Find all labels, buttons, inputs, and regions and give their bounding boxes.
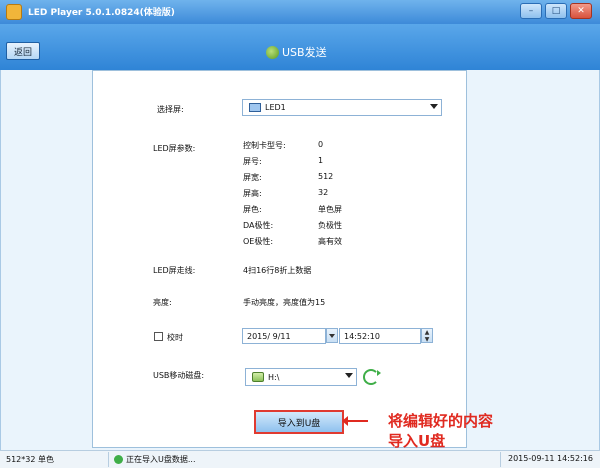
page-title: USB发送 <box>266 44 327 60</box>
annotation-arrow <box>342 416 368 426</box>
drive-icon <box>252 372 264 382</box>
status-icon <box>114 455 123 464</box>
date-dropdown-button[interactable] <box>326 328 338 343</box>
brightness-label: 亮度: <box>153 298 172 307</box>
param-name: OE极性: <box>243 237 274 246</box>
param-name: 屏号: <box>243 157 262 166</box>
usb-send-panel <box>92 70 467 448</box>
timing-label: 校时 <box>167 333 183 342</box>
param-name: 控制卡型号: <box>243 141 286 150</box>
chevron-down-icon <box>345 373 353 378</box>
status-message: 正在导入U盘数据... <box>114 454 195 465</box>
timing-checkbox[interactable] <box>154 332 163 341</box>
param-value: 512 <box>318 172 334 181</box>
screen-select-value: LED1 <box>265 103 286 112</box>
annotation-line2: 导入U盘 <box>388 432 446 450</box>
time-field[interactable]: 14:52:10 <box>339 328 421 344</box>
param-value: 高有效 <box>318 237 342 246</box>
page-title-text: USB发送 <box>282 46 327 59</box>
time-spinner[interactable]: ▲ ▼ <box>421 328 433 343</box>
param-value: 0 <box>318 140 324 149</box>
screen-select[interactable]: LED1 <box>242 99 442 116</box>
status-message-text: 正在导入U盘数据... <box>126 455 196 464</box>
status-datetime: 2015-09-11 14:52:16 <box>508 454 593 463</box>
param-value: 负极性 <box>318 221 342 230</box>
param-value: 1 <box>318 156 324 165</box>
date-field[interactable]: 2015/ 9/11 <box>242 328 326 344</box>
app-icon <box>6 4 22 20</box>
title-bar: LED Player 5.0.1.0824(体验版) – □ ✕ <box>0 0 600 24</box>
status-size: 512*32 单色 <box>6 455 54 464</box>
annotation-line1: 将编辑好的内容 <box>388 412 494 430</box>
back-button[interactable]: 返回 <box>6 42 40 60</box>
param-name: 屏色: <box>243 205 262 214</box>
scan-label: LED屏走线: <box>153 266 196 275</box>
minimize-button[interactable]: – <box>520 3 542 19</box>
param-name: DA极性: <box>243 221 274 230</box>
param-value: 单色屏 <box>318 205 342 214</box>
param-name: 屏高: <box>243 189 262 198</box>
usb-label: USB移动磁盘: <box>153 371 205 380</box>
usb-select-value: H:\ <box>268 372 280 382</box>
chevron-down-icon <box>430 104 438 109</box>
maximize-button[interactable]: □ <box>545 3 567 19</box>
scan-value: 4扫16行8折上数据 <box>243 266 312 275</box>
param-name: 屏宽: <box>243 173 262 182</box>
status-bar: 512*32 单色 正在导入U盘数据... 2015-09-11 14:52:1… <box>0 450 600 468</box>
brightness-value: 手动亮度，亮度值为15 <box>243 298 326 307</box>
close-button[interactable]: ✕ <box>570 3 592 19</box>
usb-select[interactable]: H:\ <box>245 368 357 386</box>
params-label: LED屏参数: <box>153 144 196 153</box>
refresh-icon[interactable] <box>363 369 381 385</box>
header-band: 返回 USB发送 <box>0 24 600 70</box>
screen-label: 选择屏: <box>157 105 184 114</box>
param-value: 32 <box>318 188 329 197</box>
usb-icon <box>266 45 279 59</box>
window-title: LED Player 5.0.1.0824(体验版) <box>28 8 175 18</box>
monitor-icon <box>249 103 261 112</box>
import-to-usb-button[interactable]: 导入到U盘 <box>254 410 344 434</box>
